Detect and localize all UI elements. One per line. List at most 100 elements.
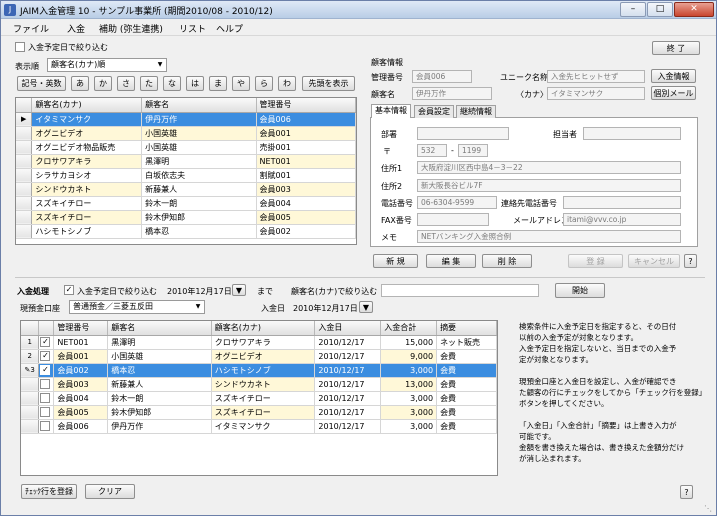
table-row[interactable]: ✎3 ✓ 会員002 橋本忍 ハシモトシノブ 2010/12/17 3,000 … [21,363,497,378]
table-row[interactable]: ハシモトシノブ 橋本忍 会員002 [16,224,356,239]
entry-date-picker[interactable]: ▼ [359,301,373,313]
show-top-button[interactable]: 先頭を表示 [302,76,355,91]
mgmt-number-field[interactable]: 会員006 [412,70,472,83]
cell-date[interactable]: 2010/12/17 [314,349,382,364]
cell-amount[interactable]: 3,000 [380,391,438,406]
kana-button-alnum[interactable]: 記号・英数 [17,76,66,91]
cell-memo[interactable]: ネット販売 [436,335,497,350]
table-row[interactable]: 会員005 鈴木伊知郎 スズキイチロー 2010/12/17 3,000 会費 [21,405,497,420]
end-button[interactable]: 終 了 [652,41,700,55]
customer-grid[interactable]: 顧客名(カナ) 顧客名 管理番号 ▶ イタミマンサク 伊丹万作 会員006 オグ… [15,97,357,245]
start-button[interactable]: 開始 [555,283,605,298]
cancel-button[interactable]: キャンセル [628,254,680,268]
kana-button-na[interactable]: な [163,76,181,91]
close-button[interactable]: ✕ [674,2,714,17]
table-row[interactable]: 2 ✓ 会員001 小国英雄 オグニビデオ 2010/12/17 9,000 会… [21,349,497,364]
individual-mail-button[interactable]: 個別メール [651,86,696,100]
zip-second-field[interactable]: 1199 [458,144,488,157]
row-checkbox-cell[interactable]: ✓ [38,349,55,364]
row-checkbox-cell[interactable] [38,377,55,392]
row-checkbox-cell[interactable]: ✓ [38,335,55,350]
fax-field[interactable] [417,213,489,226]
cell-amount[interactable]: 3,000 [380,419,438,434]
person-field[interactable] [583,127,681,140]
payment-help-button[interactable]: ? [680,485,693,499]
register-button[interactable]: 登 録 [568,254,623,268]
table-row[interactable]: 会員004 鈴木一朗 スズキイチロー 2010/12/17 3,000 会費 [21,391,497,406]
zip-first-field[interactable]: 532 [417,144,447,157]
cell-amount[interactable]: 13,000 [380,377,438,392]
column-header-memo[interactable]: 摘要 [436,321,497,336]
top-filter-checkbox[interactable] [15,42,25,52]
cell-amount[interactable]: 3,000 [380,363,438,378]
table-row[interactable]: シンドウカネト 新藤兼人 会員003 [16,182,356,197]
table-row[interactable]: 会員003 新藤兼人 シンドウカネト 2010/12/17 13,000 会費 [21,377,497,392]
cell-date[interactable]: 2010/12/17 [314,363,382,378]
new-button[interactable]: 新 規 [373,254,418,268]
register-checked-button[interactable]: ﾁｪｯｸ行を登録 [21,484,77,499]
cell-date[interactable]: 2010/12/17 [314,391,382,406]
table-row[interactable]: 会員006 伊丹万作 イタミマンサク 2010/12/17 3,000 会費 [21,419,497,434]
row-checkbox-cell[interactable] [38,391,55,406]
column-header-kana[interactable]: 顧客名(カナ) [211,321,316,336]
resize-grip-icon[interactable]: ⋱ [704,504,712,513]
row-checkbox-cell[interactable] [38,405,55,420]
memo-field[interactable]: NETバンキング入金照合例 [417,230,681,243]
minimize-button[interactable]: – [620,2,646,17]
maximize-button[interactable]: □ [647,2,673,17]
tab-continuation-info[interactable]: 継続情報 [456,105,496,118]
row-checkbox-cell[interactable] [38,419,55,434]
table-row[interactable]: ▶ イタミマンサク 伊丹万作 会員006 [16,112,356,127]
email-field[interactable]: itami@vvv.co.jp [563,213,681,226]
row-checkbox[interactable] [40,379,51,389]
cell-memo[interactable]: 会費 [436,405,497,420]
row-checkbox[interactable] [40,407,51,417]
menu-aux[interactable]: 補助 (弥生連携) [99,22,163,35]
table-row[interactable]: シラサカヨシオ 白坂依志夫 割賦001 [16,168,356,183]
column-header-date[interactable]: 入金日 [314,321,382,336]
table-row[interactable]: オグニビデオ物品販売 小国英雄 売掛001 [16,140,356,155]
sort-select[interactable]: 顧客名(カナ)順 ▼ [47,58,167,72]
kana-button-wa[interactable]: わ [278,76,296,91]
table-row[interactable]: スズキイチロー 鈴木一朗 会員004 [16,196,356,211]
title-bar[interactable]: J JAIM入金管理 10 - サンプル事業所 (期間2010/08 - 201… [1,1,716,19]
delete-button[interactable]: 削 除 [482,254,532,268]
table-row[interactable]: クロサワアキラ 黒澤明 NET001 [16,154,356,169]
payment-date-picker[interactable]: ▼ [232,284,246,296]
table-row[interactable]: 1 ✓ NET001 黒澤明 クロサワアキラ 2010/12/17 15,000… [21,335,497,350]
cell-memo[interactable]: 会費 [436,377,497,392]
kana-button-ya[interactable]: や [232,76,250,91]
payment-date-value[interactable]: 2010年12月17日 [167,286,232,297]
tab-member-settings[interactable]: 会員設定 [414,105,454,118]
cell-date[interactable]: 2010/12/17 [314,377,382,392]
phone-field[interactable]: 06-6304-9599 [417,196,497,209]
cell-memo[interactable]: 会費 [436,349,497,364]
cell-date[interactable]: 2010/12/17 [314,419,382,434]
kana-button-a[interactable]: あ [71,76,89,91]
cell-memo[interactable]: 会費 [436,391,497,406]
entry-date-value[interactable]: 2010年12月17日 [293,303,358,314]
kana-button-sa[interactable]: さ [117,76,135,91]
address2-field[interactable]: 新大阪長谷ビル7F [417,179,681,192]
menu-payment[interactable]: 入金 [67,22,85,35]
unique-name-field[interactable]: 入金先ヒヒットせず [547,70,645,83]
row-checkbox[interactable]: ✓ [40,365,51,375]
payment-filter-checkbox[interactable]: ✓ [64,285,74,295]
row-checkbox[interactable]: ✓ [40,337,51,347]
clear-button[interactable]: クリア [85,484,135,499]
contact-phone-field[interactable] [563,196,681,209]
row-checkbox[interactable]: ✓ [40,351,51,361]
row-checkbox[interactable] [40,393,51,403]
cell-amount[interactable]: 9,000 [380,349,438,364]
tab-basic-info[interactable]: 基本情報 [371,104,411,118]
entry-info-button[interactable]: 入金情報 [651,69,696,83]
cell-date[interactable]: 2010/12/17 [314,405,382,420]
column-header-kana[interactable]: 顧客名(カナ) [31,98,143,113]
customer-kana-field[interactable]: イタミマンサク [547,87,645,100]
kana-filter-input[interactable] [381,284,539,297]
edit-button[interactable]: 編 集 [426,254,476,268]
cell-amount[interactable]: 3,000 [380,405,438,420]
table-row[interactable]: オグニビデオ 小国英雄 会員001 [16,126,356,141]
cell-date[interactable]: 2010/12/17 [314,335,382,350]
column-header-id[interactable]: 管理番号 [256,98,356,113]
